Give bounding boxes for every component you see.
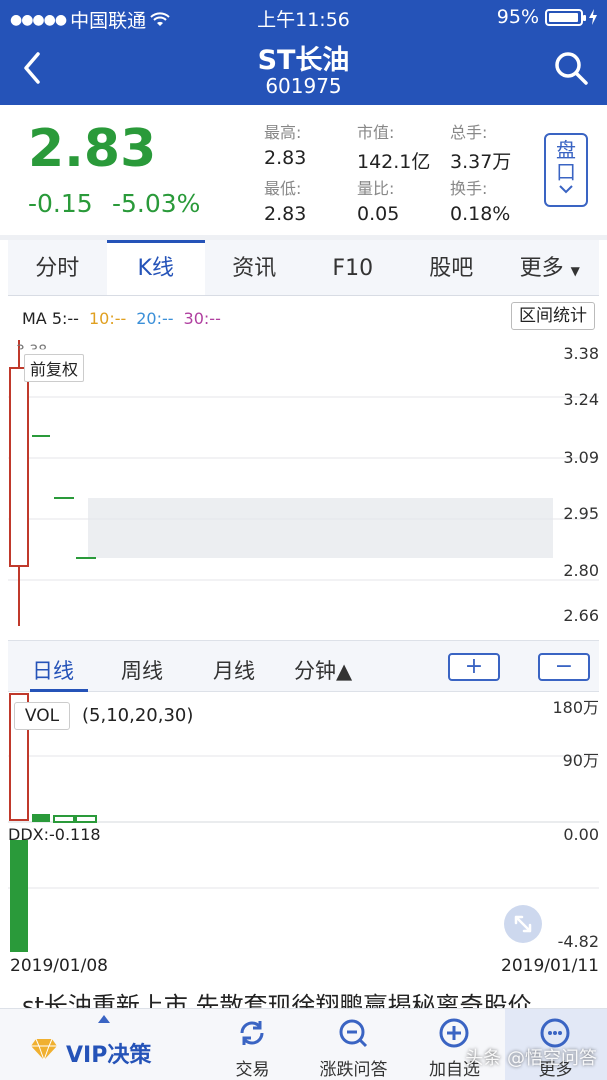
zoom-in-button[interactable]: + [448,653,500,681]
price-tick: 3.38 [563,344,599,363]
trade-button[interactable]: 交易 [202,1009,303,1080]
stat-turnover: 换手: 0.18% [450,175,510,225]
price-tick: 2.66 [563,606,599,625]
price-change: -0.15 [28,189,93,218]
stat-low: 最低: 2.83 [264,175,306,225]
volume-bar [75,815,97,823]
ddx-tick: 0.00 [563,825,599,844]
stat-value: 3.37万 [450,151,512,173]
vip-label: VIP决策 [66,1043,152,1068]
period-day[interactable]: 日线 [32,655,74,685]
battery-percent: 95% [496,6,539,28]
ma30-label: 30:-- [183,309,221,328]
ma5-label: MA 5:-- [22,309,79,328]
period-week[interactable]: 周线 [121,655,163,685]
refresh-icon [240,1021,264,1045]
battery-info: 95% [497,6,597,28]
stat-value: 0.18% [450,203,511,225]
stock-name: ST长油 [257,45,350,76]
end-date: 2019/01/11 [501,956,599,976]
stat-label: 换手: [450,179,488,198]
expand-up-icon [98,1015,110,1023]
stat-label: 最高: [264,123,302,142]
volume-tick: 90万 [562,751,599,770]
range-stats-button[interactable]: 区间统计 [511,302,595,330]
start-date: 2019/01/08 [10,956,108,976]
qa-icon [339,1019,368,1048]
price-tick: 3.24 [563,390,599,409]
chevron-down-icon: ▼ [570,264,580,278]
expand-icon [514,915,532,933]
diamond-icon [31,1038,57,1061]
volume-indicator-tag[interactable]: VOL [14,702,70,730]
watermark: 头条 @悟空问答 [465,1048,597,1069]
tab-more[interactable]: 更多 ▼ [501,240,600,295]
price-change-percent: -5.03% [112,189,201,218]
stat-label: 量比: [357,179,395,198]
tab-kline[interactable]: K线 [106,240,205,295]
volume-tick: 180万 [552,698,599,717]
tab-more-label: 更多 [519,256,564,281]
search-icon[interactable] [553,50,589,86]
period-month[interactable]: 月线 [213,655,255,685]
price-tick: 2.80 [563,561,599,580]
period-selector: 日线 周线 月线 分钟▲ + − [8,640,599,692]
tab-timeshare[interactable]: 分时 [8,240,107,295]
battery-icon [545,8,586,26]
price-tick: 3.09 [563,448,599,467]
period-minute[interactable]: 分钟▲ [294,655,352,685]
stat-value: 2.83 [264,203,307,225]
price-tick: 2.95 [563,504,599,523]
stat-high: 最高: 2.83 [264,119,306,169]
stat-label: 市值: [357,123,395,142]
kline-chart[interactable] [8,336,599,640]
quote-panel: 2.83 -0.15 -5.03% 最高: 2.83 市值: 142.1亿 总手… [0,105,607,235]
stat-value: 0.05 [357,203,400,225]
stat-total-volume: 总手: 3.37万 [450,119,511,174]
detail-tabs: 分时 K线 资讯 F10 股吧 更多 ▼ [8,240,599,296]
qa-label: 涨跌问答 [319,1060,388,1080]
order-book-button[interactable]: 盘口 [544,133,588,207]
chevron-down-icon [559,185,573,194]
zoom-out-button[interactable]: − [538,653,590,681]
ma10-label: 10:-- [88,309,127,328]
ddx-tick: -4.82 [557,932,599,951]
volume-bar [32,814,50,822]
app-header: ●●●●● 中国联通 上午11:56 95% ST长油 601975 [0,0,607,105]
tab-news[interactable]: 资讯 [205,240,304,295]
vip-decision-button[interactable]: VIP决策 [0,1009,200,1080]
status-bar: ●●●●● 中国联通 上午11:56 95% [0,0,607,34]
ddx-bar [10,840,28,952]
ma-legend: MA 5:-- 10:-- 20:-- 30:-- [22,309,221,328]
ma20-label: 20:-- [136,309,174,328]
stat-value: 142.1亿 [357,151,431,173]
stat-volume-ratio: 量比: 0.05 [357,175,399,225]
order-book-label: 盘口 [556,138,576,184]
stat-market-cap: 市值: 142.1亿 [357,119,430,174]
charging-icon [589,9,597,25]
tab-forum[interactable]: 股吧 [402,240,501,295]
volume-bar [53,815,75,823]
stat-label: 总手: [450,123,488,142]
qa-button[interactable]: 涨跌问答 [303,1009,404,1080]
stat-label: 最低: [264,179,302,198]
trade-label: 交易 [235,1060,270,1080]
fullscreen-button[interactable] [504,905,542,943]
adjust-mode-label[interactable]: 前复权 [24,354,85,382]
current-price: 2.83 [28,119,157,179]
candle-body [9,367,29,567]
stat-value: 2.83 [264,147,307,169]
ddx-label: DDX:-0.118 [8,825,101,844]
volume-params: (5,10,20,30) [82,705,194,726]
stock-code: 601975 [265,74,342,98]
tab-f10[interactable]: F10 [304,240,403,295]
